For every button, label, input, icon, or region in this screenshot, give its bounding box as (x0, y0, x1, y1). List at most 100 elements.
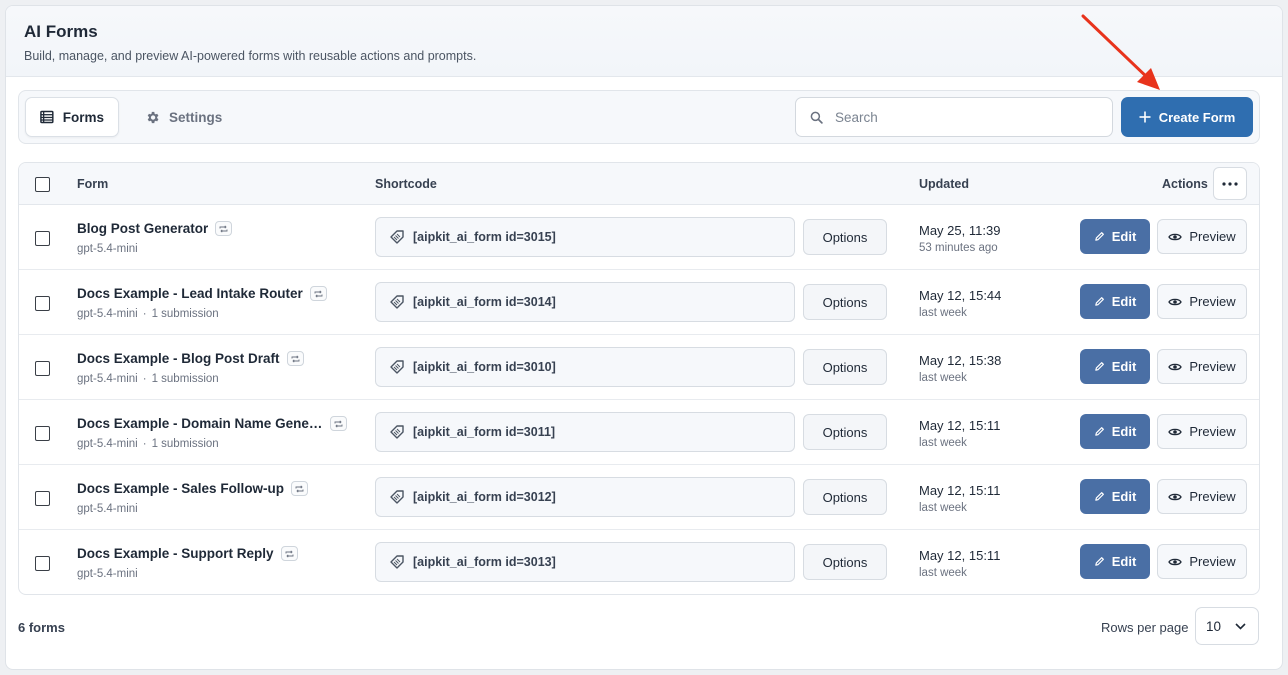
preview-button[interactable]: Preview (1157, 544, 1247, 579)
table-row: Docs Example - Lead Intake Router gpt-5.… (19, 270, 1259, 335)
tab-forms[interactable]: Forms (25, 97, 119, 137)
eye-icon (1168, 493, 1183, 500)
edit-button[interactable]: Edit (1080, 544, 1150, 579)
form-name[interactable]: Docs Example - Domain Name Gener... (77, 416, 347, 431)
updated-relative: last week (919, 567, 967, 579)
edit-button[interactable]: Edit (1080, 414, 1150, 449)
col-header-form: Form (77, 177, 109, 191)
row-checkbox[interactable] (35, 361, 50, 376)
updated-date: May 12, 15:11 (919, 548, 1001, 563)
duplicate-icon[interactable] (286, 351, 304, 366)
pencil-icon (1094, 427, 1104, 436)
repeat-icon (219, 224, 228, 233)
form-submissions: 1 submission (151, 373, 219, 385)
tag-icon (390, 230, 404, 244)
tag-icon (390, 360, 404, 374)
form-name[interactable]: Blog Post Generator (77, 221, 233, 236)
options-button[interactable]: Options (803, 479, 887, 515)
form-model: gpt-5.4-mini (77, 373, 138, 385)
shortcode-field[interactable]: [aipkit_ai_form id=3014] (375, 282, 795, 322)
tab-settings-label: Settings (169, 109, 223, 125)
form-name[interactable]: Docs Example - Blog Post Draft (77, 351, 304, 366)
chevron-down-icon (1235, 622, 1246, 630)
preview-button[interactable]: Preview (1157, 284, 1247, 319)
form-meta: gpt-5.4-mini (77, 243, 138, 255)
options-button[interactable]: Options (803, 284, 887, 320)
form-name[interactable]: Docs Example - Sales Follow-up (77, 481, 309, 496)
row-checkbox[interactable] (35, 231, 50, 246)
annotation-arrow-icon (1081, 14, 1160, 90)
edit-button[interactable]: Edit (1080, 219, 1150, 254)
repeat-icon (291, 354, 299, 363)
table-row: Docs Example - Blog Post Draft gpt-5.4-m… (19, 335, 1259, 400)
toolbar: Forms Settings Create Form (18, 90, 1260, 144)
form-submissions: 1 submission (151, 308, 219, 320)
preview-button[interactable]: Preview (1157, 349, 1247, 384)
shortcode-field[interactable]: [aipkit_ai_form id=3015] (375, 217, 795, 257)
table-row: Docs Example - Support Reply gpt-5.4-min… (19, 530, 1259, 594)
rows-per-page-select[interactable]: 10 (1195, 607, 1259, 645)
tag-icon (390, 490, 404, 504)
duplicate-icon[interactable] (215, 221, 233, 236)
create-form-label: Create Form (1158, 109, 1236, 125)
preview-label: Preview (1189, 554, 1236, 569)
options-button[interactable]: Options (803, 219, 887, 255)
preview-button[interactable]: Preview (1157, 219, 1247, 254)
select-all-checkbox[interactable] (35, 177, 50, 192)
options-button[interactable]: Options (803, 349, 887, 385)
updated-date: May 25, 11:39 (919, 223, 1001, 238)
preview-label: Preview (1189, 359, 1236, 374)
row-checkbox[interactable] (35, 556, 50, 571)
eye-icon (1168, 428, 1183, 435)
preview-label: Preview (1189, 489, 1236, 504)
shortcode-field[interactable]: [aipkit_ai_form id=3013] (375, 542, 795, 582)
table-list-icon (40, 110, 54, 124)
shortcode-text: [aipkit_ai_form id=3013] (413, 555, 556, 569)
edit-label: Edit (1111, 489, 1137, 504)
shortcode-field[interactable]: [aipkit_ai_form id=3010] (375, 347, 795, 387)
col-header-shortcode: Shortcode (375, 177, 437, 191)
shortcode-text: [aipkit_ai_form id=3010] (413, 360, 556, 374)
duplicate-icon[interactable] (309, 286, 327, 301)
form-meta: gpt-5.4-mini · 1 submission (77, 373, 219, 385)
tab-settings[interactable]: Settings (131, 97, 236, 137)
duplicate-icon[interactable] (330, 416, 347, 431)
edit-button[interactable]: Edit (1080, 479, 1150, 514)
form-name[interactable]: Docs Example - Support Reply (77, 546, 298, 561)
duplicate-icon[interactable] (291, 481, 309, 496)
form-model: gpt-5.4-mini (77, 503, 138, 515)
table-row: Blog Post Generator gpt-5.4-mini [aipkit… (19, 205, 1259, 270)
form-name-text: Docs Example - Sales Follow-up (77, 481, 285, 496)
tag-icon (390, 295, 404, 309)
search-input[interactable] (835, 109, 1085, 125)
form-meta: gpt-5.4-mini (77, 568, 138, 580)
preview-button[interactable]: Preview (1157, 479, 1247, 514)
edit-label: Edit (1111, 424, 1137, 439)
form-name-text: Docs Example - Domain Name Gener... (77, 416, 323, 431)
create-form-button[interactable]: Create Form (1121, 97, 1253, 137)
updated-relative: last week (919, 502, 967, 514)
preview-button[interactable]: Preview (1157, 414, 1247, 449)
updated-relative: last week (919, 307, 967, 319)
options-button[interactable]: Options (803, 544, 887, 580)
options-button[interactable]: Options (803, 414, 887, 450)
more-options-button[interactable] (1213, 167, 1247, 200)
shortcode-field[interactable]: [aipkit_ai_form id=3011] (375, 412, 795, 452)
search-icon (810, 111, 823, 124)
edit-button[interactable]: Edit (1080, 284, 1150, 319)
edit-button[interactable]: Edit (1080, 349, 1150, 384)
row-checkbox[interactable] (35, 296, 50, 311)
row-checkbox[interactable] (35, 491, 50, 506)
form-meta: gpt-5.4-mini · 1 submission (77, 438, 219, 450)
shortcode-field[interactable]: [aipkit_ai_form id=3012] (375, 477, 795, 517)
duplicate-icon[interactable] (280, 546, 298, 561)
search-box (795, 97, 1113, 137)
form-model: gpt-5.4-mini (77, 438, 138, 450)
form-name[interactable]: Docs Example - Lead Intake Router (77, 286, 327, 301)
table-header: Form Shortcode Updated Actions (19, 163, 1259, 205)
shortcode-text: [aipkit_ai_form id=3012] (413, 490, 556, 504)
form-name-text: Docs Example - Support Reply (77, 546, 274, 561)
table-row: Docs Example - Domain Name Gener... gpt-… (19, 400, 1259, 465)
row-checkbox[interactable] (35, 426, 50, 441)
shortcode-text: [aipkit_ai_form id=3011] (413, 425, 556, 439)
